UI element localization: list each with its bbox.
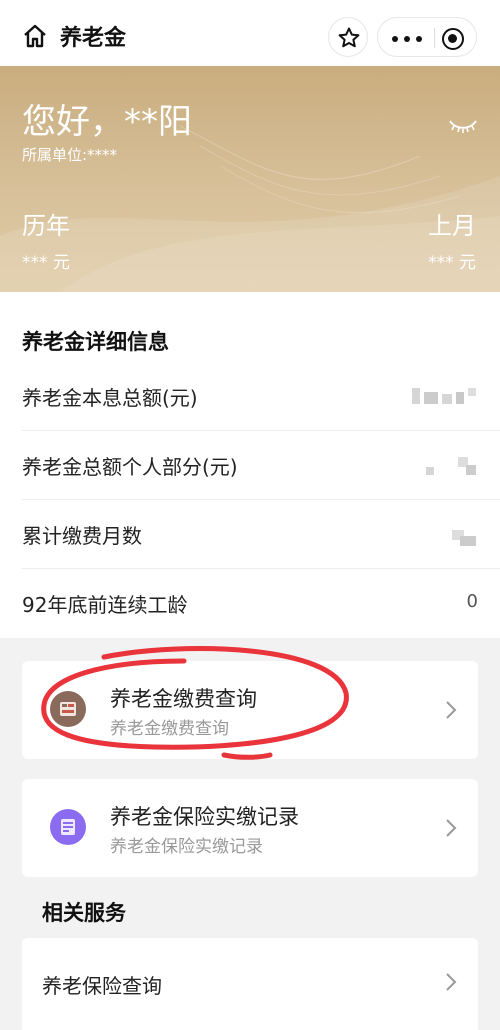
pension-summary-banner: 您好，**阳 所属单位:**** 历年 *** 元 上月 *** 元 (0, 66, 500, 292)
capsule-divider (434, 28, 435, 48)
home-icon[interactable] (22, 23, 48, 49)
payment-query-card[interactable]: 养老金缴费查询 养老金缴费查询 (22, 661, 478, 759)
greeting-text: 您好，**阳 (22, 102, 192, 142)
pension-detail-section: 养老金详细信息 养老金本息总额(元) 养老金总额个人部分(元) 累计缴费月数 9… (0, 292, 500, 638)
blurred-value (412, 388, 476, 406)
affiliated-unit: 所属单位:**** (22, 146, 118, 164)
row-label: 92年底前连续工龄 (22, 593, 188, 617)
target-icon[interactable] (442, 28, 464, 50)
last-month-label: 上月 (428, 212, 476, 240)
service-label: 养老保险查询 (42, 974, 162, 998)
detail-row-seniority: 92年底前连续工龄 0 (0, 569, 500, 638)
page-title: 养老金 (60, 26, 127, 51)
history-label: 历年 (22, 212, 70, 240)
section-title: 养老金详细信息 (22, 330, 169, 354)
star-icon (338, 27, 360, 48)
insurance-record-card[interactable]: 养老金保险实缴记录 养老金保险实缴记录 (22, 779, 478, 877)
pension-insurance-query-item[interactable]: 养老保险查询 (22, 938, 478, 1030)
detail-row-personal: 养老金总额个人部分(元) (0, 431, 500, 500)
chevron-right-icon (446, 701, 457, 719)
card-subtitle: 养老金缴费查询 (110, 719, 229, 739)
history-value: *** 元 (22, 253, 70, 273)
insurance-record-icon (50, 809, 86, 845)
card-title: 养老金缴费查询 (110, 687, 257, 711)
mini-program-capsule (377, 17, 477, 57)
blurred-value (412, 526, 476, 546)
row-label: 养老金本息总额(元) (22, 386, 198, 410)
favorite-button[interactable] (328, 17, 368, 57)
last-month-value: *** 元 (428, 253, 476, 273)
card-title: 养老金保险实缴记录 (110, 805, 299, 829)
chevron-right-icon (446, 819, 457, 837)
row-value: 0 (466, 591, 478, 612)
top-nav-bar: 养老金 (0, 0, 500, 66)
detail-row-months: 累计缴费月数 (0, 500, 500, 569)
chevron-right-icon (446, 973, 457, 991)
payment-query-icon (50, 691, 86, 727)
related-services-title: 相关服务 (42, 901, 126, 925)
more-dots-icon[interactable] (392, 36, 422, 42)
detail-row-total: 养老金本息总额(元) (0, 362, 500, 431)
row-label: 累计缴费月数 (22, 524, 142, 548)
card-subtitle: 养老金保险实缴记录 (110, 837, 263, 857)
eye-closed-icon[interactable] (448, 118, 478, 134)
row-label: 养老金总额个人部分(元) (22, 455, 238, 479)
blurred-value (412, 457, 476, 475)
